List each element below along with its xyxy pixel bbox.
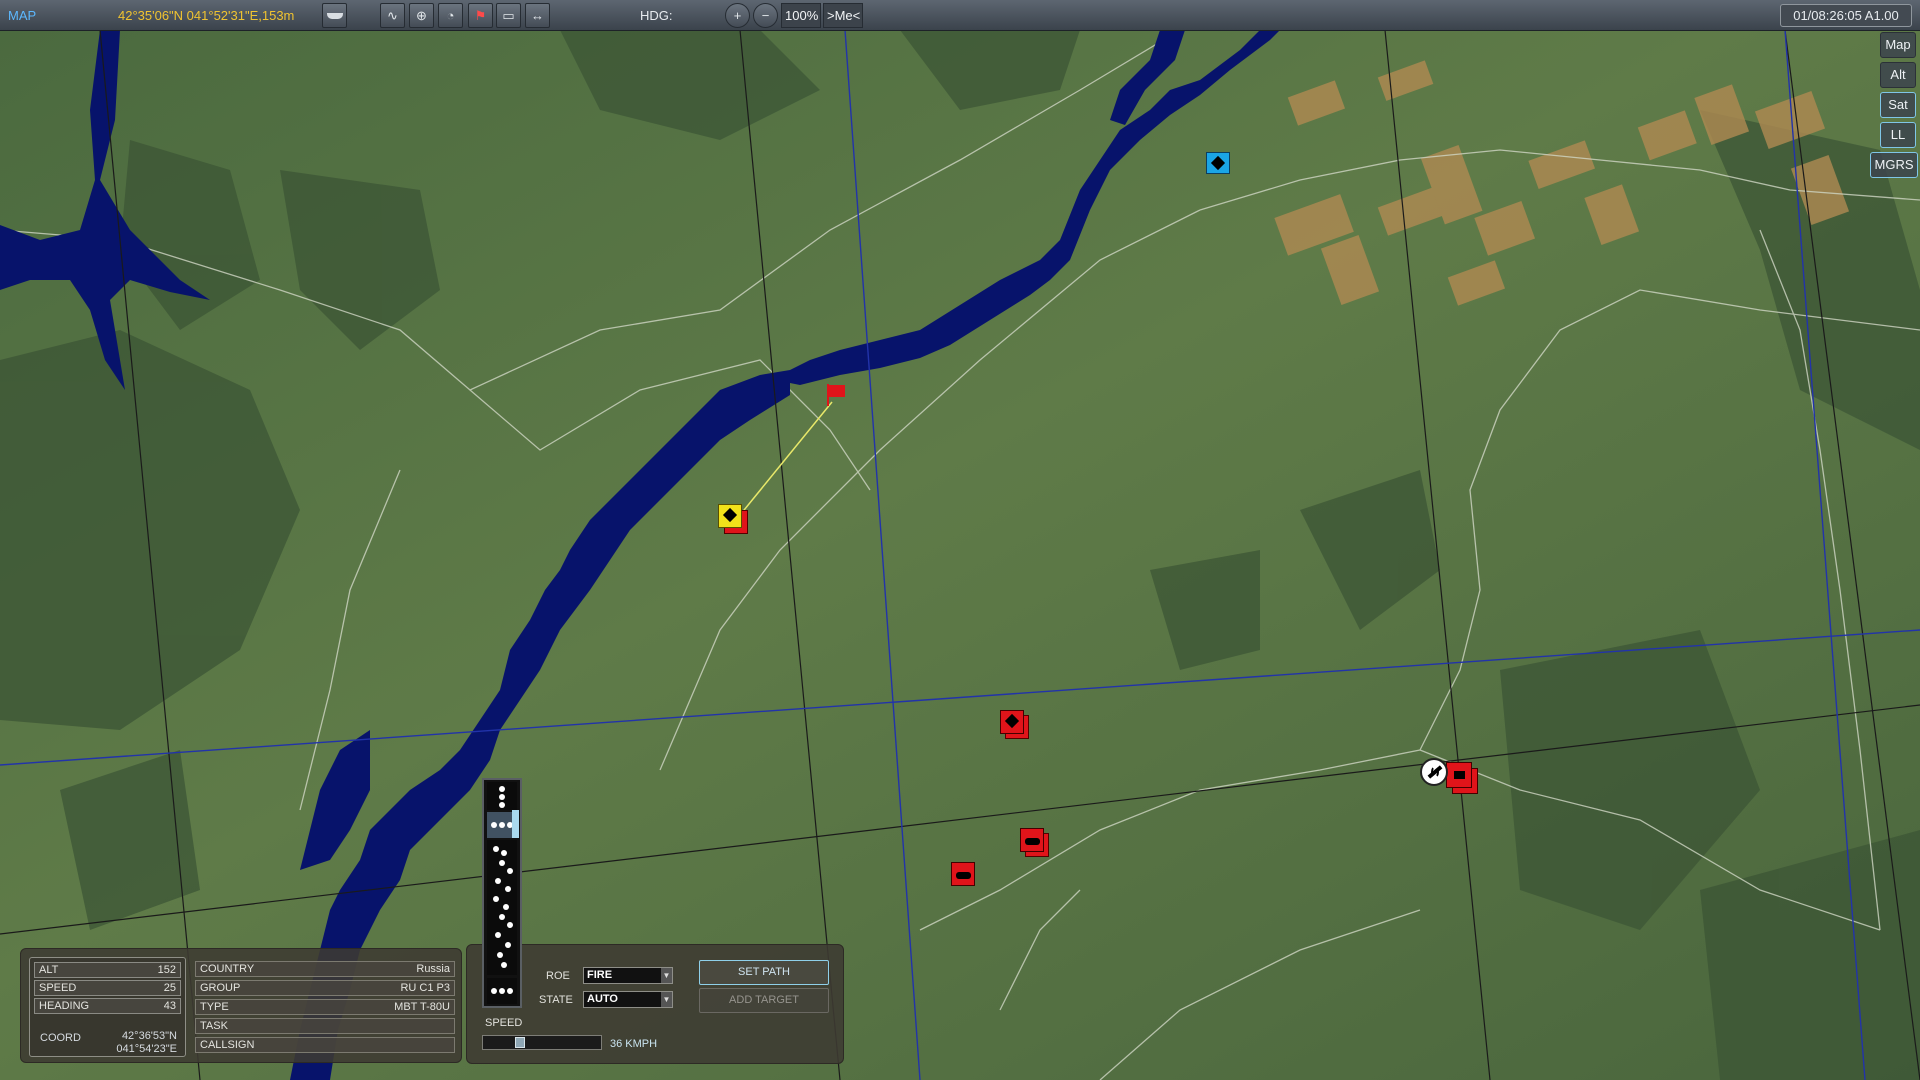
- blue-armor-unit[interactable]: [1206, 152, 1230, 174]
- roe-value: FIRE: [587, 969, 613, 981]
- mission-time: 01/08:26:05 A1.00: [1780, 4, 1912, 27]
- formation-option[interactable]: [487, 782, 517, 810]
- set-path-button[interactable]: SET PATH: [699, 960, 829, 985]
- unit-details: COUNTRY Russia GROUP RU C1 P3 TYPE MBT T…: [195, 957, 455, 1057]
- armor-symbol-icon: [1004, 713, 1020, 729]
- ruler-button[interactable]: ↔: [525, 3, 550, 28]
- heading-label: HDG:: [640, 8, 673, 23]
- zoom-out-icon: −: [761, 8, 770, 23]
- chevron-down-icon: ▼: [661, 968, 672, 983]
- coord-longitude: 041°54'23"E: [116, 1043, 177, 1055]
- state-value: AUTO: [587, 993, 618, 1005]
- flag-marker-icon: ⚑: [474, 8, 487, 23]
- state-select[interactable]: AUTO ▼: [583, 991, 673, 1008]
- roe-label: ROE: [546, 970, 570, 982]
- speed-slider-value: 36 KMPH: [610, 1038, 658, 1050]
- group-row: GROUP RU C1 P3: [195, 980, 455, 996]
- ship-button[interactable]: [322, 3, 347, 28]
- tank-symbol-icon: [956, 872, 971, 879]
- group-label: GROUP: [200, 982, 241, 994]
- comment-icon: ▭: [502, 8, 515, 23]
- heading-label-info: HEADING: [39, 1000, 90, 1012]
- coord-latitude: 42°36'53"N: [121, 1030, 177, 1042]
- zoom-level: 100%: [781, 3, 821, 28]
- speed-slider[interactable]: [482, 1035, 602, 1050]
- callsign-row: CALLSIGN: [195, 1037, 455, 1053]
- red-tank-unit-1[interactable]: [1020, 828, 1050, 858]
- route-icon: ∿: [387, 8, 398, 23]
- formation-option[interactable]: [487, 840, 517, 975]
- task-row: TASK: [195, 1018, 455, 1034]
- map-canvas[interactable]: [0, 30, 1920, 1080]
- zoom-in-button[interactable]: +: [725, 3, 750, 28]
- heading-row: HEADING 43: [34, 998, 181, 1014]
- formation-selector[interactable]: [482, 778, 522, 1008]
- state-label: STATE: [539, 994, 573, 1006]
- target-button[interactable]: ⊕: [409, 3, 434, 28]
- layer-alt-button[interactable]: Alt: [1880, 62, 1916, 88]
- alt-row: ALT 152: [34, 962, 181, 978]
- route-button[interactable]: ∿: [380, 3, 405, 28]
- heading-value: 43: [163, 1000, 176, 1012]
- country-label: COUNTRY: [200, 963, 255, 975]
- speed-label: SPEED: [39, 982, 77, 994]
- zoom-in-icon: +: [733, 8, 742, 23]
- speed-slider-label: SPEED: [485, 1017, 523, 1029]
- type-value: MBT T-80U: [394, 1001, 450, 1013]
- target-icon: ⊕: [416, 8, 427, 23]
- red-tank-unit-2[interactable]: [951, 862, 977, 888]
- unit-telemetry: ALT 152 SPEED 25 HEADING 43 COORD 42°36'…: [29, 957, 186, 1057]
- radar-icon: ◔: [446, 8, 455, 23]
- armor-symbol-icon: [722, 507, 738, 523]
- layer-sat-button[interactable]: Sat: [1880, 92, 1916, 118]
- roe-select[interactable]: FIRE ▼: [583, 967, 673, 984]
- red-airbase-group[interactable]: [1420, 756, 1482, 798]
- center-on-me-button[interactable]: >Me<: [823, 3, 863, 28]
- layer-ll-button[interactable]: LL: [1880, 122, 1916, 148]
- tank-symbol-icon: [1025, 838, 1040, 845]
- unit-orders-panel: ROE FIRE ▼ STATE AUTO ▼ SPEED 36 KMPH SE…: [466, 944, 844, 1064]
- unit-info-panel: ALT 152 SPEED 25 HEADING 43 COORD 42°36'…: [20, 948, 462, 1063]
- group-value: RU C1 P3: [400, 982, 450, 994]
- type-row: TYPE MBT T-80U: [195, 999, 455, 1015]
- speed-row: SPEED 25: [34, 980, 181, 996]
- country-value: Russia: [416, 963, 450, 975]
- armor-symbol-icon: [1210, 155, 1226, 171]
- alt-label: ALT: [39, 964, 59, 976]
- speed-value: 25: [163, 982, 176, 994]
- comment-button[interactable]: ▭: [496, 3, 521, 28]
- unit-symbol-icon: [1454, 771, 1465, 779]
- add-target-button[interactable]: ADD TARGET: [699, 988, 829, 1013]
- airbase-icon: [1420, 758, 1448, 786]
- ruler-icon: ↔: [531, 8, 544, 23]
- coord-label: COORD: [40, 1032, 81, 1044]
- selected-tank-unit[interactable]: [718, 504, 748, 534]
- type-label: TYPE: [200, 1001, 229, 1013]
- task-label: TASK: [200, 1020, 228, 1032]
- radar-button[interactable]: ◔: [438, 3, 463, 28]
- zoom-out-button[interactable]: −: [753, 3, 778, 28]
- callsign-label: CALLSIGN: [200, 1039, 255, 1051]
- chevron-down-icon: ▼: [661, 992, 672, 1007]
- flag-marker-button[interactable]: ⚑: [468, 3, 493, 28]
- alt-value: 152: [157, 964, 176, 976]
- speed-slider-thumb[interactable]: [515, 1037, 525, 1048]
- red-armor-unit[interactable]: [1000, 710, 1030, 740]
- layer-map-button[interactable]: Map: [1880, 32, 1916, 58]
- ship-icon: [326, 13, 343, 19]
- country-row: COUNTRY Russia: [195, 961, 455, 977]
- cursor-coordinates: 42°35'06"N 041°52'31"E,153m: [118, 8, 295, 23]
- layer-mgrs-button[interactable]: MGRS: [1870, 152, 1918, 178]
- map-mode-label: MAP: [8, 8, 37, 23]
- top-toolbar: MAP 42°35'06"N 041°52'31"E,153m ∿ ⊕ ◔ ⚑ …: [0, 0, 1920, 31]
- formation-option[interactable]: [487, 978, 517, 1004]
- waypoint-flag[interactable]: [827, 384, 847, 406]
- formation-scrollbar[interactable]: [512, 810, 519, 838]
- satellite-map[interactable]: [0, 30, 1920, 1080]
